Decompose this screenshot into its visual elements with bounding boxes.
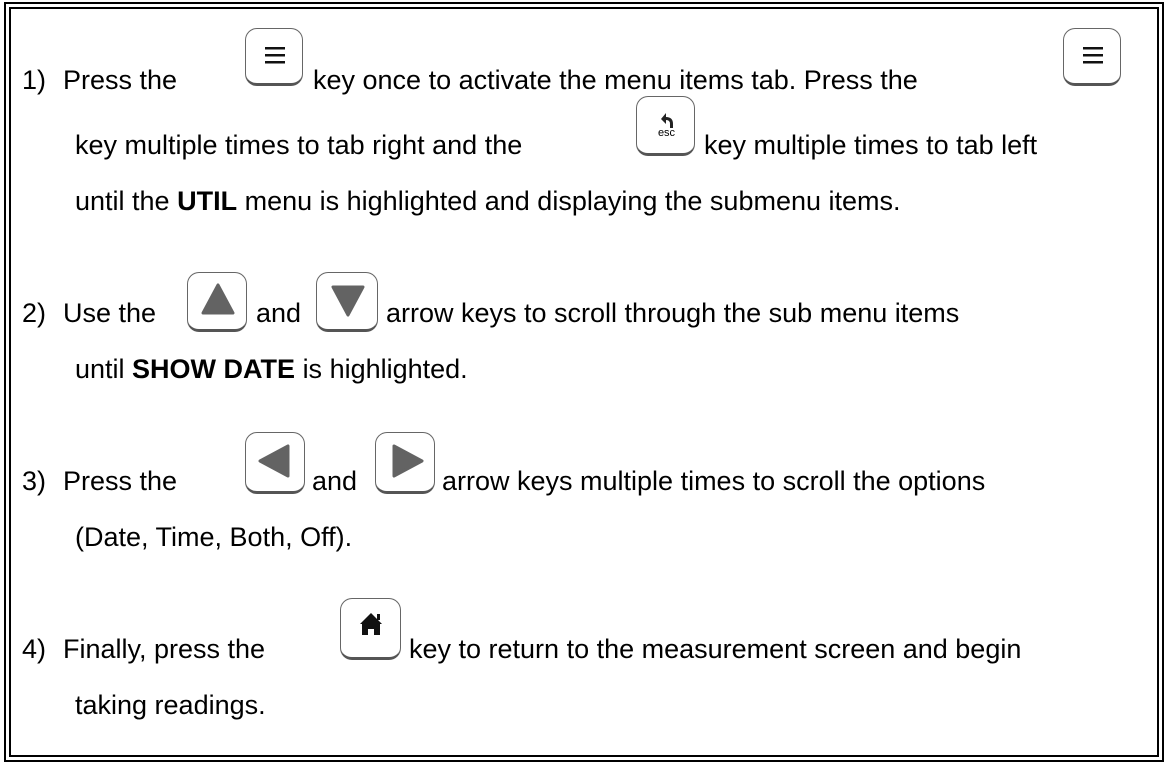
step-2-text-c: arrow keys to scroll through the sub men…	[386, 298, 960, 328]
up-arrow-key	[187, 272, 247, 332]
menu-icon	[265, 47, 285, 64]
util-menu-label: UTIL	[177, 186, 238, 216]
up-arrow-icon	[201, 283, 235, 315]
step-2-number: 2)	[22, 298, 47, 328]
step-1-line-3: until the UTIL menu is highlighted and d…	[75, 185, 901, 217]
down-arrow-key	[316, 272, 378, 332]
step-3-text-b: and	[312, 466, 358, 496]
step-3-text-c: arrow keys multiple times to scroll the …	[442, 466, 986, 496]
step-3-text-d: (Date, Time, Both, Off).	[75, 522, 353, 552]
step-3-number: 3)	[22, 466, 47, 496]
home-key	[340, 598, 401, 660]
esc-key: esc	[636, 96, 695, 156]
step-1-text-d: key multiple times to tab left	[704, 130, 1038, 160]
step-1-number: 1)	[22, 65, 47, 95]
step-1-text-e: until the	[75, 186, 170, 216]
step-4-text-a: Finally, press the	[63, 634, 266, 664]
step-2-text-d: until	[75, 354, 125, 384]
step-1-text-f: menu is highlighted and displaying the s…	[244, 186, 901, 216]
step-3-text-a: Press the	[63, 466, 178, 496]
step-1-text-c: key multiple times to tab right and the	[75, 130, 523, 160]
right-arrow-key	[375, 432, 435, 494]
left-arrow-icon	[258, 444, 290, 478]
show-date-label: SHOW DATE	[132, 354, 296, 384]
step-2-text-e: is highlighted.	[302, 354, 468, 384]
menu-key	[245, 28, 303, 86]
step-1-text-a: Press the	[63, 65, 178, 95]
left-arrow-key	[245, 432, 305, 494]
step-2-line-2: until SHOW DATE is highlighted.	[75, 353, 468, 385]
right-arrow-icon	[392, 444, 424, 478]
menu-icon	[1083, 47, 1103, 64]
step-2-text-b: and	[256, 298, 302, 328]
down-arrow-icon	[331, 285, 365, 317]
step-4-text-c: taking readings.	[75, 690, 266, 720]
menu-key-2	[1063, 28, 1121, 86]
step-2-text-a: Use the	[63, 298, 157, 328]
step-4-number: 4)	[22, 634, 47, 664]
step-1-text-b: key once to activate the menu items tab.…	[313, 65, 918, 95]
esc-label: esc	[657, 127, 676, 139]
home-icon	[360, 613, 382, 635]
step-4-text-b: key to return to the measurement screen …	[409, 634, 1022, 664]
